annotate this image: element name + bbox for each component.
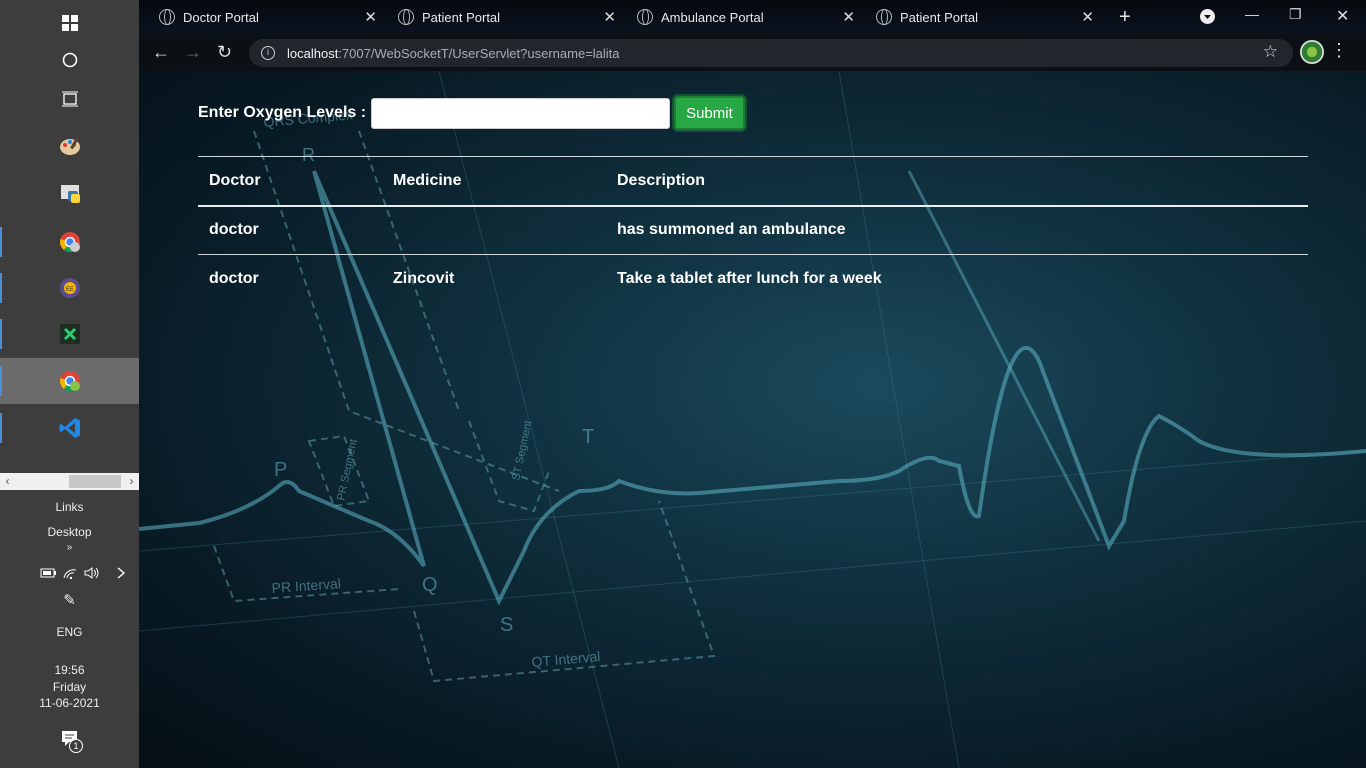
address-bar[interactable]: i localhost:7007/WebSocketT/UserServlet?… — [249, 39, 1293, 67]
table-row: doctor Zincovit Take a tablet after lunc… — [198, 255, 1308, 304]
tab-title: Patient Portal — [900, 9, 979, 25]
close-icon[interactable]: ✕ — [603, 8, 616, 26]
p-wave-label: P — [274, 459, 287, 481]
notification-icon[interactable]: 1 — [60, 730, 86, 754]
cell-doctor: doctor — [209, 270, 259, 288]
tab-title: Doctor Portal — [183, 9, 259, 25]
close-icon[interactable]: ✕ — [1081, 8, 1094, 26]
close-icon[interactable]: ✕ — [364, 8, 377, 26]
wifi-icon[interactable] — [62, 566, 78, 580]
url-path: :7007/WebSocketT/UserServlet?username=la… — [338, 45, 620, 61]
tab-title: Ambulance Portal — [661, 9, 764, 25]
reload-icon[interactable]: ↻ — [217, 42, 232, 63]
globe-icon — [637, 9, 653, 25]
table-header-row: Doctor Medicine Description — [198, 156, 1308, 206]
tab-ambulance-portal[interactable]: Ambulance Portal ✕ — [637, 0, 855, 34]
prescription-table: Doctor Medicine Description doctor has s… — [198, 156, 1308, 304]
browser-toolbar: ← → ↻ i localhost:7007/WebSocketT/UserSe… — [139, 34, 1366, 71]
language-indicator[interactable]: ENG — [0, 625, 139, 639]
system-tray — [40, 564, 130, 582]
column-header-medicine: Medicine — [393, 171, 462, 189]
volume-icon[interactable] — [84, 566, 100, 580]
paint-icon[interactable] — [0, 123, 139, 169]
globe-icon — [159, 9, 175, 25]
close-icon[interactable]: ✕ — [842, 8, 855, 26]
task-view-icon[interactable] — [0, 76, 139, 122]
pr-segment-label: PR Segment — [335, 438, 360, 502]
bookmark-star-icon[interactable]: ☆ — [1263, 42, 1278, 62]
back-arrow-icon[interactable]: ← — [152, 42, 170, 63]
st-segment-label: ST Segment — [510, 420, 534, 482]
cell-medicine: Zincovit — [393, 270, 455, 288]
clock-time[interactable]: 19:56 — [0, 663, 139, 677]
excel-icon[interactable] — [0, 311, 139, 357]
clock-date[interactable]: 11-06-2021 — [0, 696, 139, 710]
s-wave-label: S — [500, 614, 513, 636]
t-wave-label: T — [582, 426, 594, 448]
notification-count: 1 — [69, 739, 83, 753]
scroll-thumb[interactable] — [69, 475, 121, 488]
globe-icon — [398, 9, 414, 25]
cell-medicine — [382, 206, 606, 255]
svg-text:EE: EE — [65, 287, 73, 293]
cell-description: Take a tablet after lunch for a week — [617, 270, 882, 288]
table-row: doctor has summoned an ambulance — [198, 206, 1308, 255]
vscode-icon[interactable] — [0, 405, 139, 451]
tab-search-icon[interactable] — [1200, 9, 1215, 24]
url-host: localhost — [287, 45, 339, 61]
oxygen-form: Enter Oxygen Levels : Submit — [198, 96, 745, 130]
scroll-right-icon[interactable]: › — [124, 473, 139, 490]
profile-avatar[interactable] — [1300, 40, 1324, 64]
chrome-icon[interactable] — [0, 219, 139, 265]
javaee-icon[interactable]: EE — [0, 265, 139, 311]
scroll-left-icon[interactable]: ‹ — [0, 473, 15, 490]
forward-arrow-icon[interactable]: → — [184, 42, 202, 63]
tab-patient-portal-active[interactable]: Patient Portal ✕ — [876, 0, 1094, 34]
info-icon[interactable]: i — [261, 46, 275, 60]
submit-button[interactable]: Submit — [674, 96, 745, 130]
globe-icon — [876, 9, 892, 25]
tab-title: Patient Portal — [422, 9, 501, 25]
python-icon[interactable] — [0, 170, 139, 216]
chrome-icon-active[interactable] — [0, 358, 139, 404]
oxygen-level-input[interactable] — [371, 97, 671, 129]
q-wave-label: Q — [422, 574, 438, 596]
battery-icon[interactable] — [40, 567, 56, 579]
clock-day[interactable]: Friday — [0, 680, 139, 694]
desktop-toolbar[interactable]: Desktop — [0, 525, 139, 539]
restore-icon[interactable]: ❐ — [1289, 6, 1302, 23]
close-window-icon[interactable]: ✕ — [1336, 6, 1349, 26]
pen-icon[interactable]: ✎ — [0, 591, 139, 609]
chevron-right-icon[interactable] — [114, 566, 128, 580]
browser-tab-strip: Doctor Portal ✕ Patient Portal ✕ Ambulan… — [139, 0, 1366, 34]
tab-doctor-portal[interactable]: Doctor Portal ✕ — [159, 0, 377, 34]
column-header-description: Description — [617, 171, 706, 189]
cell-doctor: doctor — [209, 221, 259, 239]
chevron-down-icon[interactable]: » — [0, 542, 139, 553]
column-header-doctor: Doctor — [209, 171, 261, 189]
pr-interval-label: PR Interval — [271, 575, 341, 596]
menu-kebab-icon[interactable]: ⋮ — [1330, 40, 1348, 61]
windows-taskbar: EE ‹ › Links Desktop » ✎ ENG 19:56 Frida… — [0, 0, 139, 768]
page-content: QRS Complex R P Q S T PR Segment ST Segm… — [139, 71, 1366, 768]
minimize-icon[interactable]: — — [1245, 6, 1259, 22]
oxygen-label: Enter Oxygen Levels : — [198, 104, 367, 121]
taskbar-scrollbar[interactable]: ‹ › — [0, 473, 139, 490]
links-toolbar[interactable]: Links — [0, 500, 139, 514]
cell-description: has summoned an ambulance — [617, 221, 846, 239]
tab-patient-portal[interactable]: Patient Portal ✕ — [398, 0, 616, 34]
new-tab-icon[interactable]: + — [1119, 0, 1131, 34]
